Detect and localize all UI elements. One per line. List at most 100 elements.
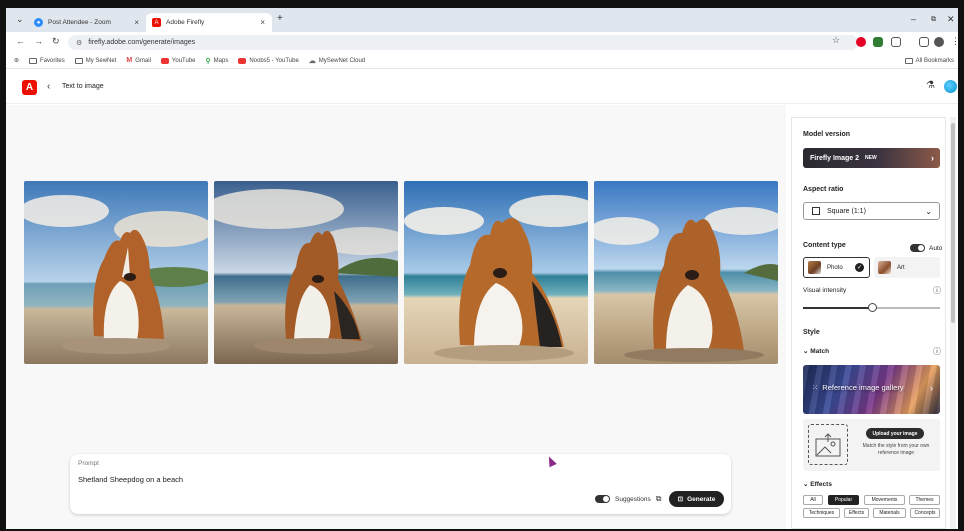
restore-button[interactable]: ⧉	[931, 16, 936, 24]
beaker-icon[interactable]: ⚗	[926, 80, 935, 91]
aspect-ratio-heading: Aspect ratio	[803, 186, 844, 193]
scrollbar-thumb[interactable]	[951, 123, 955, 323]
youtube-icon	[160, 57, 169, 64]
style-heading: Style	[803, 329, 820, 336]
model-version-heading: Model version	[803, 131, 851, 138]
bookmark-star-icon[interactable]: ☆	[832, 35, 840, 46]
chip-themes[interactable]: Themes	[909, 495, 940, 505]
bookmark-maps[interactable]: ⚲ Maps	[206, 57, 229, 65]
reference-gallery-label: Reference image gallery	[822, 383, 904, 392]
tab-adobe-firefly[interactable]: A Adobe Firefly ×	[146, 13, 272, 32]
auto-toggle[interactable]	[910, 244, 925, 252]
prompt-box[interactable]: Prompt Shetland Sheepdog on a beach Sugg…	[70, 454, 731, 514]
model-version-value: Firefly Image 2	[810, 154, 860, 162]
generate-button[interactable]: ⊡ Generate	[669, 491, 724, 507]
adobe-logo[interactable]: A	[22, 80, 37, 95]
tab-search-icon[interactable]: ⌄	[16, 14, 24, 25]
extension-icon[interactable]	[873, 37, 883, 47]
info-icon[interactable]: ⓘ	[933, 346, 941, 357]
chevron-right-icon: ›	[931, 153, 934, 163]
chevron-right-icon: ›	[930, 383, 933, 393]
chip-all[interactable]: All	[803, 495, 823, 505]
reference-gallery-button[interactable]: ⁙ Reference image gallery ›	[803, 365, 940, 414]
url-text: firefly.adobe.com/generate/images	[88, 39, 196, 46]
minimize-button[interactable]: –	[911, 14, 916, 24]
youtube-icon	[238, 57, 247, 64]
bookmark-gmail[interactable]: M Gmail	[126, 57, 151, 64]
panel-scrollbar[interactable]	[950, 117, 956, 529]
generated-image-2[interactable]	[214, 181, 398, 364]
generated-image-1[interactable]	[24, 181, 208, 364]
sheltie-photo-3	[404, 181, 588, 364]
bookmarks-bar: ⊛ Favorites My SewNet M Gmail YouTube ⚲ Ma…	[6, 53, 958, 69]
profile-icon[interactable]	[934, 37, 944, 47]
upload-reference-area[interactable]: Upload your image Match the style from y…	[803, 419, 940, 471]
suggestions-icon[interactable]: ⧉	[656, 494, 662, 504]
upload-dropzone[interactable]	[808, 424, 848, 465]
prompt-input[interactable]: Shetland Sheepdog on a beach	[78, 475, 183, 484]
effects-heading: Effects	[810, 481, 832, 488]
art-thumbnail	[878, 261, 891, 274]
content-type-art[interactable]: Art	[874, 257, 940, 278]
chip-movements[interactable]: Movements	[864, 495, 905, 505]
effects-section-toggle[interactable]: ⌄ Effects	[803, 480, 832, 488]
address-bar[interactable]: ⚙ firefly.adobe.com/generate/images	[68, 35, 858, 50]
upload-image-button[interactable]: Upload your image	[866, 428, 924, 439]
suggestions-toggle[interactable]	[595, 495, 610, 503]
reload-icon[interactable]: ↻	[52, 36, 60, 47]
sheltie-photo-1	[24, 181, 208, 364]
checkmark-icon: ✓	[855, 263, 864, 272]
zoom-icon: ●	[34, 18, 43, 27]
info-icon[interactable]: ⓘ	[933, 285, 941, 296]
chip-materials[interactable]: Materials	[873, 508, 906, 518]
content-type-art-label: Art	[897, 264, 905, 271]
close-tab-icon[interactable]: ×	[260, 18, 265, 27]
address-row: ← → ↻ ⚙ firefly.adobe.com/generate/image…	[6, 32, 958, 53]
bookmark-favorites[interactable]: Favorites	[29, 57, 65, 64]
aspect-ratio-value: Square (1:1)	[827, 207, 866, 215]
generate-label: Generate	[687, 495, 716, 503]
close-tab-icon[interactable]: ×	[134, 18, 139, 27]
back-arrow-icon[interactable]: ←	[16, 36, 25, 46]
extensions-puzzle-icon[interactable]	[891, 37, 901, 47]
bookmark-noobs5[interactable]: Noobs5 - YouTube	[238, 57, 299, 64]
aspect-ratio-select[interactable]: Square (1:1) ⌄	[803, 202, 940, 220]
close-window-button[interactable]: ✕	[947, 14, 955, 25]
bookmark-mysewnet-cloud[interactable]: ☁ MySewNet Cloud	[309, 57, 365, 65]
bookmark-youtube[interactable]: YouTube	[160, 57, 196, 64]
content-type-photo[interactable]: Photo ✓	[803, 257, 870, 278]
bookmark-mysewnet[interactable]: My SewNet	[74, 57, 116, 64]
reference-gallery-label-group: ⁙ Reference image gallery	[812, 383, 904, 392]
new-tab-button[interactable]: +	[277, 13, 283, 24]
chip-popular[interactable]: Popular	[828, 495, 859, 505]
folder-icon	[904, 57, 913, 64]
folder-icon	[29, 57, 38, 64]
tab-zoom[interactable]: ● Post Attendee - Zoom ×	[28, 13, 146, 32]
chip-concepts[interactable]: Concepts	[910, 508, 940, 518]
settings-panel: Model version Firefly Image 2 NEW › Aspe…	[791, 117, 946, 529]
site-info-icon[interactable]: ⚙	[76, 39, 82, 47]
folder-icon	[74, 57, 83, 64]
upload-hint: Match the style from your own reference …	[862, 443, 930, 456]
slider-handle[interactable]	[867, 303, 877, 312]
model-version-button[interactable]: Firefly Image 2 NEW ›	[803, 148, 940, 168]
chip-techniques[interactable]: Techniques	[803, 508, 840, 518]
content-type-photo-label: Photo	[827, 264, 843, 271]
back-chevron-icon[interactable]: ‹	[47, 81, 50, 92]
match-section-toggle[interactable]: ⌄ Match	[803, 347, 829, 355]
generated-image-3[interactable]	[404, 181, 588, 364]
visual-intensity-slider[interactable]	[803, 303, 940, 312]
avatar[interactable]	[944, 80, 957, 93]
tab-strip: ⌄ ● Post Attendee - Zoom × A Adobe Firef…	[6, 8, 958, 32]
match-label: Match	[810, 348, 830, 355]
all-bookmarks[interactable]: All Bookmarks	[904, 57, 954, 64]
chip-effects[interactable]: Effects	[844, 508, 869, 518]
app-header: A ‹ Text to image ⚗	[6, 70, 958, 104]
page-title: Text to image	[62, 83, 104, 90]
forward-arrow-icon[interactable]: →	[34, 36, 43, 46]
menu-dots-icon[interactable]: ⋮	[951, 36, 958, 47]
generated-image-4[interactable]	[594, 181, 778, 364]
apps-icon[interactable]: ⊛	[14, 57, 19, 64]
pinterest-icon[interactable]	[856, 37, 866, 47]
side-panel-icon[interactable]	[919, 37, 929, 47]
